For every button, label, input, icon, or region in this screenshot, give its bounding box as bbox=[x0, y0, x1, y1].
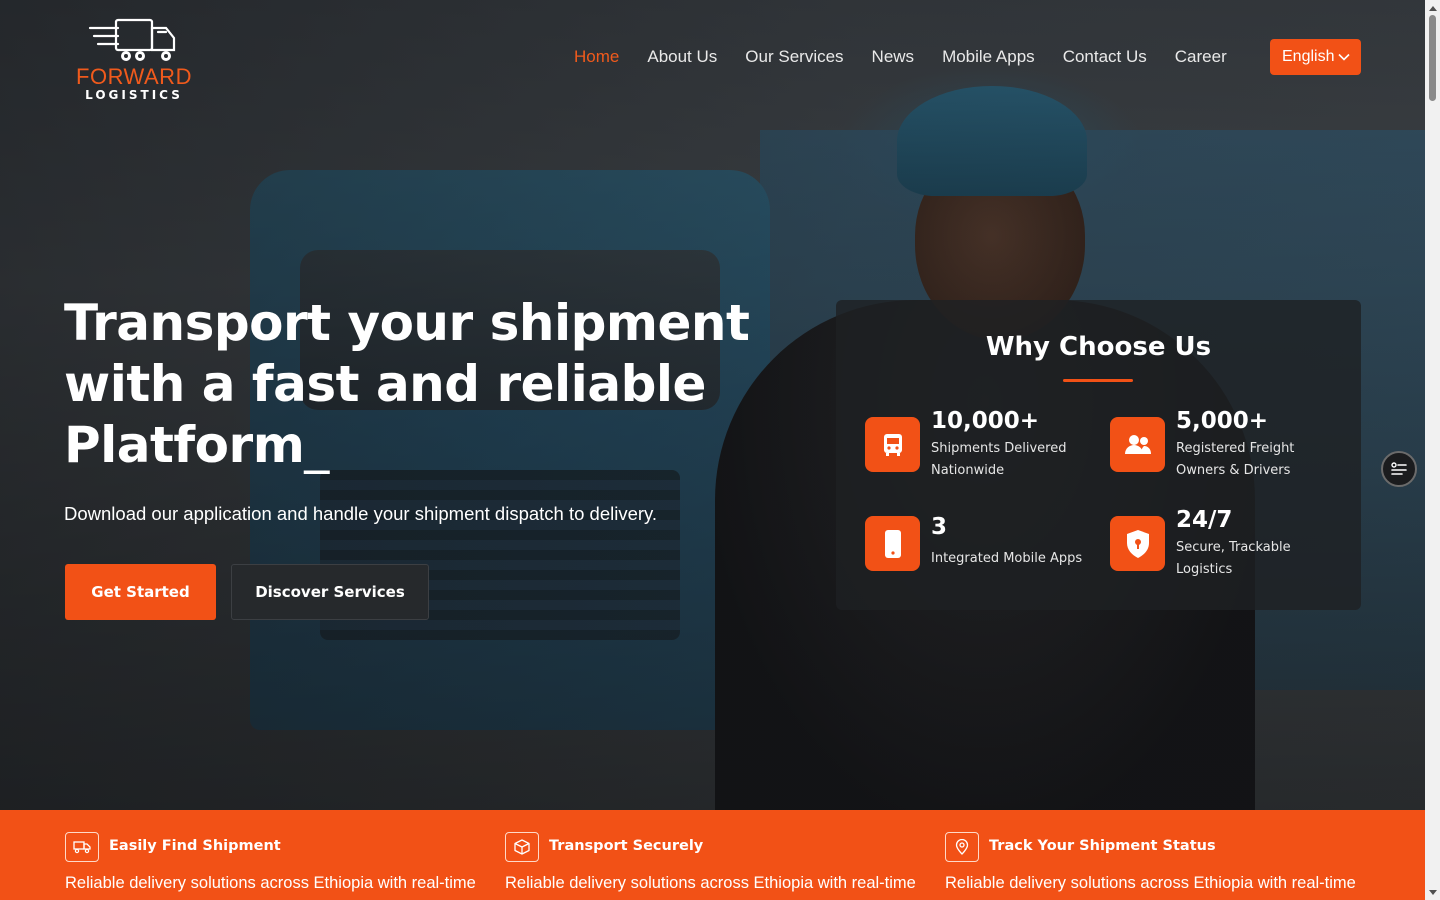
hero-title-line-1: Transport your shipment bbox=[64, 294, 750, 352]
nav-item-home[interactable]: Home bbox=[574, 47, 619, 67]
truck-logo-icon bbox=[88, 18, 176, 61]
stat-label: Registered Freight Owners & Drivers bbox=[1176, 441, 1295, 478]
nav-item-about-us[interactable]: About Us bbox=[647, 47, 717, 67]
feature-description: Reliable delivery solutions across Ethio… bbox=[945, 874, 1356, 892]
title-underline bbox=[1063, 379, 1133, 382]
feature-description: Reliable delivery solutions across Ethio… bbox=[505, 874, 916, 892]
feature-title: Easily Find Shipment bbox=[109, 838, 281, 854]
stat-label: Integrated Mobile Apps bbox=[931, 551, 1083, 566]
feature-title: Transport Securely bbox=[549, 838, 704, 854]
get-started-button[interactable]: Get Started bbox=[65, 564, 216, 620]
hero-subtitle: Download our application and handle your… bbox=[64, 503, 658, 524]
sliders-icon bbox=[1391, 462, 1407, 475]
stat-value: 24/7 bbox=[1176, 507, 1233, 533]
nav-item-career[interactable]: Career bbox=[1175, 47, 1227, 67]
why-choose-us-card: Why Choose Us 10,000+ Shipments Delivere… bbox=[836, 300, 1361, 610]
bus-icon bbox=[865, 417, 920, 472]
truck-icon bbox=[65, 832, 99, 862]
typing-cursor: _ bbox=[304, 416, 329, 474]
stat-value: 3 bbox=[931, 514, 948, 540]
scroll-down-arrow-icon[interactable] bbox=[1425, 885, 1440, 900]
shield-lock-icon bbox=[1110, 516, 1165, 571]
site-logo[interactable]: FORWARD LOGISTICS bbox=[64, 14, 204, 104]
nav-item-our-services[interactable]: Our Services bbox=[745, 47, 843, 67]
language-selector[interactable]: English bbox=[1270, 39, 1361, 75]
scrollbar-thumb[interactable] bbox=[1429, 15, 1436, 101]
stat-label: Shipments Delivered Nationwide bbox=[931, 441, 1067, 478]
discover-services-button[interactable]: Discover Services bbox=[231, 564, 429, 620]
why-choose-us-title: Why Choose Us bbox=[985, 332, 1212, 362]
scroll-up-arrow-icon[interactable] bbox=[1425, 0, 1440, 15]
stat-value: 5,000+ bbox=[1176, 408, 1269, 434]
features-strip: Easily Find Shipment Reliable delivery s… bbox=[0, 810, 1425, 900]
hero-title-line-3: Platform bbox=[64, 416, 305, 474]
mobile-phone-icon bbox=[865, 516, 920, 571]
nav-item-news[interactable]: News bbox=[872, 47, 915, 67]
location-pin-icon bbox=[945, 832, 979, 862]
main-navigation: Home About Us Our Services News Mobile A… bbox=[560, 39, 1241, 75]
package-icon bbox=[505, 832, 539, 862]
nav-item-mobile-apps[interactable]: Mobile Apps bbox=[942, 47, 1035, 67]
feature-title: Track Your Shipment Status bbox=[989, 838, 1216, 854]
nav-item-contact-us[interactable]: Contact Us bbox=[1063, 47, 1147, 67]
logo-wordmark: FORWARD bbox=[76, 64, 192, 89]
users-icon bbox=[1110, 417, 1165, 472]
hero-title-line-2: with a fast and reliable bbox=[64, 355, 706, 413]
logo-subtitle: LOGISTICS bbox=[85, 88, 183, 102]
hero-title: Transport your shipment with a fast and … bbox=[64, 293, 764, 476]
stat-label: Secure, Trackable Logistics bbox=[1176, 540, 1291, 577]
page-scrollbar[interactable] bbox=[1425, 0, 1440, 900]
language-selector-label: English bbox=[1282, 48, 1335, 65]
feature-description: Reliable delivery solutions across Ethio… bbox=[65, 874, 476, 892]
accessibility-widget-button[interactable] bbox=[1381, 451, 1417, 487]
chevron-down-icon bbox=[1338, 53, 1351, 61]
stat-value: 10,000+ bbox=[931, 408, 1040, 434]
